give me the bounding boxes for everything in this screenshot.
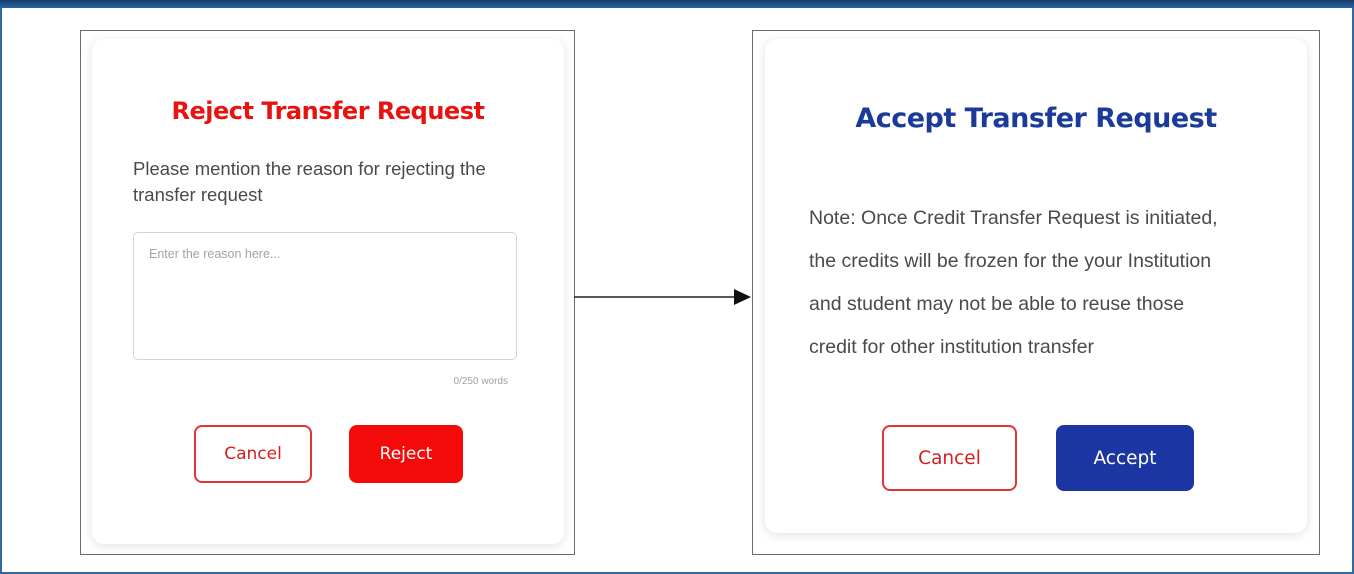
reject-button[interactable]: Reject [349,425,463,483]
reject-dialog-title: Reject Transfer Request [171,97,485,125]
reject-reason-input[interactable] [133,232,517,360]
reject-cancel-button[interactable]: Cancel [194,425,312,483]
reject-dialog-frame: Reject Transfer Request Please mention t… [80,30,575,555]
reject-reason-prompt: Please mention the reason for rejecting … [133,158,486,205]
accept-cancel-button[interactable]: Cancel [882,425,1017,491]
accept-note-line: credit for other institution transfer [809,336,1095,358]
reject-dialog: Reject Transfer Request Please mention t… [92,39,564,544]
accept-dialog: Accept Transfer Request Note: Once Credi… [765,39,1307,533]
accept-dialog-frame: Accept Transfer Request Note: Once Credi… [752,30,1320,555]
accept-dialog-title: Accept Transfer Request [855,103,1217,134]
accept-button[interactable]: Accept [1056,425,1194,491]
accept-note-line: the credits will be frozen for the your … [809,250,1212,272]
top-strip [0,0,1354,8]
accept-note: Note: Once Credit Transfer Request is in… [809,197,1289,369]
accept-note-line: Note: Once Credit Transfer Request is in… [809,207,1218,229]
word-count: 0/250 words [453,376,508,387]
accept-note-line: and student may not be able to reuse tho… [809,293,1185,315]
arrow-right-icon [574,289,751,305]
